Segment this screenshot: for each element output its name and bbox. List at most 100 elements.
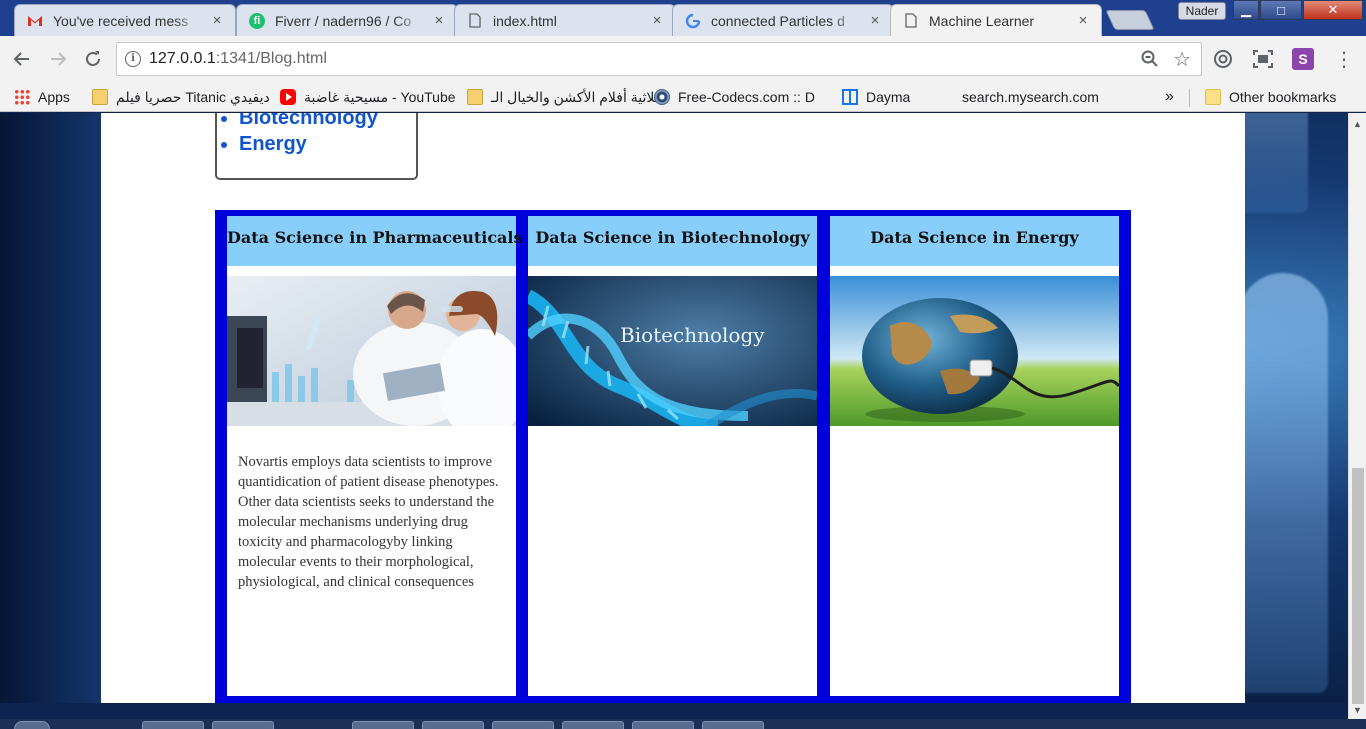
chrome-menu-icon[interactable]: ⋮ [1333, 48, 1355, 71]
taskbar-item[interactable] [212, 721, 274, 729]
tab-title: connected Particles d [711, 12, 845, 29]
topic-label[interactable]: Energy [239, 133, 307, 155]
bookmark-site-icon [92, 89, 108, 105]
tab-index[interactable]: index.html × [454, 4, 676, 36]
extension-camera-icon[interactable] [1212, 48, 1234, 70]
divider [1189, 89, 1190, 107]
bookmark-label: Dayma [866, 89, 911, 105]
os-taskbar [0, 719, 1366, 729]
scrollbar-thumb[interactable] [1352, 468, 1364, 704]
close-icon[interactable]: × [649, 12, 665, 29]
page-viewport: Biotechnology Energy Data Science in Pha… [0, 113, 1348, 703]
close-window-button[interactable]: ✕ [1303, 0, 1363, 20]
reload-button[interactable] [81, 47, 105, 71]
cards-container: Data Science in Pharmaceuticals Novartis… [215, 210, 1131, 703]
zoom-icon[interactable] [1141, 50, 1159, 73]
scroll-down-icon[interactable]: ▼ [1353, 705, 1362, 715]
bookmark-titanic[interactable]: حصريا فيلم Titanic ديفيدي [92, 86, 270, 108]
extension-screen-capture-icon[interactable] [1252, 48, 1274, 70]
topics-list: Biotechnology Energy [239, 113, 378, 157]
taskbar-item[interactable] [422, 721, 484, 729]
card-title: Data Science in Pharmaceuticals [227, 216, 523, 266]
bookmark-label: حصريا فيلم Titanic ديفيدي [116, 88, 270, 105]
tab-title: Fiverr / nadern96 / Co [275, 12, 412, 29]
close-icon[interactable]: × [1075, 12, 1091, 29]
taskbar-item[interactable] [562, 721, 624, 729]
image-caption: Biotechnology [620, 323, 765, 347]
topic-biotechnology-link[interactable]: Biotechnology [239, 113, 378, 131]
browser-toolbar: i 127.0.0.1:1341/Blog.html ☆ S ⋮ [0, 36, 1366, 82]
tab-title: You've received mess [53, 12, 189, 29]
bookmark-site-icon [467, 89, 483, 105]
tab-gmail[interactable]: You've received mess × [14, 4, 236, 36]
page-icon [903, 13, 919, 29]
forward-arrow-icon [51, 52, 67, 66]
card-description: Novartis employs data scientists to impr… [238, 454, 499, 590]
taskbar-item[interactable] [702, 721, 764, 729]
close-icon[interactable]: × [431, 12, 447, 29]
url-host: 127.0.0.1 [149, 50, 216, 67]
youtube-icon [280, 89, 296, 105]
card-pharmaceuticals: Data Science in Pharmaceuticals Novartis… [227, 216, 523, 696]
lab-scientists-image [227, 276, 516, 426]
minimize-button[interactable]: ▁ [1233, 0, 1259, 20]
page-icon [467, 13, 483, 29]
bookmark-label: Free-Codecs.com :: D [678, 89, 815, 105]
page-scrollbar[interactable]: ▲ ▼ [1348, 113, 1366, 719]
bookmark-free-codecs[interactable]: Free-Codecs.com :: D [654, 86, 815, 108]
tab-google[interactable]: connected Particles d × [672, 4, 894, 36]
scroll-up-icon[interactable]: ▲ [1353, 119, 1362, 129]
taskbar-item[interactable] [632, 721, 694, 729]
reload-icon [86, 51, 100, 66]
gmail-icon [27, 13, 43, 29]
bookmark-label: search.mysearch.com [962, 89, 1099, 105]
earth-battery-image [830, 276, 1119, 426]
bookmark-label: Other bookmarks [1229, 89, 1337, 105]
taskbar-item[interactable] [352, 721, 414, 729]
tab-fiverr[interactable]: fi Fiverr / nadern96 / Co × [236, 4, 458, 36]
dna-helix-image: Biotechnology [528, 276, 817, 426]
back-button[interactable] [10, 47, 34, 71]
bookmark-star-icon[interactable]: ☆ [1173, 47, 1191, 72]
taskbar-item[interactable] [142, 721, 204, 729]
forward-button[interactable] [46, 47, 70, 71]
bookmark-apps[interactable]: Apps [14, 86, 70, 108]
url-path: :1341/Blog.html [215, 50, 327, 67]
folder-icon [1205, 89, 1221, 105]
url-text[interactable]: 127.0.0.1:1341/Blog.html [149, 50, 327, 68]
tab-strip: You've received mess × fi Fiverr / nader… [0, 0, 1366, 36]
start-button[interactable] [14, 721, 50, 729]
film-reel-icon [654, 89, 670, 105]
info-icon[interactable]: i [125, 51, 141, 67]
background-figure-body [1238, 273, 1328, 693]
profile-button[interactable]: Nader [1178, 2, 1226, 20]
card-title: Data Science in Biotechnology [528, 216, 817, 266]
tab-machine-learner[interactable]: Machine Learner × [890, 4, 1102, 36]
google-icon [685, 13, 701, 29]
background-figure-head [1238, 113, 1308, 213]
bookmark-mysearch[interactable]: search.mysearch.com [962, 86, 1099, 108]
bookmarks-overflow-button[interactable]: » [1165, 86, 1174, 108]
new-tab-button[interactable] [1105, 10, 1155, 30]
maximize-button[interactable]: □ [1260, 0, 1302, 20]
bookmark-label: Apps [38, 89, 70, 105]
extension-s-icon[interactable]: S [1292, 48, 1314, 70]
bookmark-dayma[interactable]: Dayma [842, 86, 910, 108]
card-biotechnology: Data Science in Biotechnology Biotechnol… [528, 216, 817, 696]
topic-energy-link[interactable]: Energy [239, 131, 378, 157]
close-icon[interactable]: × [867, 12, 883, 29]
apps-grid-icon [14, 89, 30, 105]
topics-list-box: Biotechnology Energy [215, 113, 418, 180]
tab-title: index.html [493, 12, 557, 29]
address-bar[interactable]: i 127.0.0.1:1341/Blog.html ☆ [116, 42, 1202, 76]
bookmark-action-films[interactable]: ثلاثية أفلام الأكشن والخيال الـ [467, 86, 659, 108]
taskbar-item[interactable] [492, 721, 554, 729]
topic-label[interactable]: Biotechnology [239, 113, 378, 129]
bookmark-other[interactable]: Other bookmarks [1205, 86, 1336, 108]
bookmark-youtube[interactable]: مسيحية غاضبة - YouTube [280, 86, 456, 108]
bookmarks-bar: Apps حصريا فيلم Titanic ديفيدي مسيحية غا… [0, 82, 1366, 112]
tab-title: Machine Learner [929, 12, 1035, 29]
dayma-icon [842, 89, 858, 105]
card-title: Data Science in Energy [830, 216, 1119, 266]
close-icon[interactable]: × [209, 12, 225, 29]
